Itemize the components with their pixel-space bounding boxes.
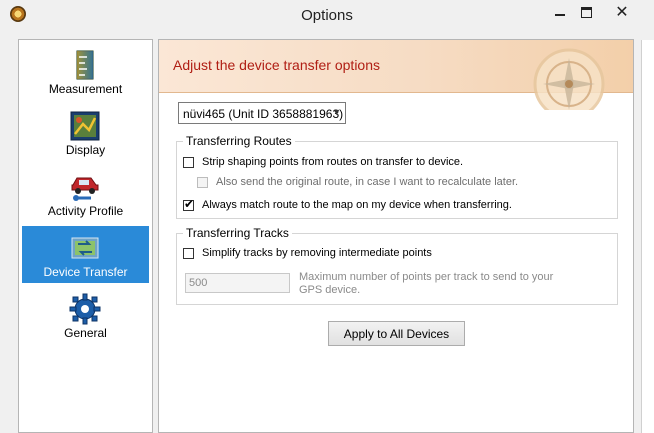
checkbox-label: Simplify tracks by removing intermediate… xyxy=(202,247,432,259)
car-icon xyxy=(71,177,99,201)
title-bar: Options ✕ xyxy=(0,0,654,30)
sidebar-item-activity-profile[interactable]: Activity Profile xyxy=(22,165,149,222)
sidebar-item-label: Display xyxy=(65,143,106,157)
maximize-button[interactable] xyxy=(573,2,599,22)
checkmark-icon: ✔ xyxy=(184,196,195,211)
minimize-icon xyxy=(555,14,565,16)
transferring-routes-group: Transferring Routes Strip shaping points… xyxy=(176,134,618,219)
group-title: Transferring Routes xyxy=(183,134,295,148)
checkbox-label: Strip shaping points from routes on tran… xyxy=(202,156,464,168)
max-points-input[interactable]: 500 xyxy=(185,273,290,293)
gear-icon xyxy=(69,293,101,325)
background-window-edge xyxy=(641,40,654,433)
maximize-icon xyxy=(580,6,592,18)
compass-icon xyxy=(533,48,605,110)
banner: Adjust the device transfer options xyxy=(159,40,633,110)
close-icon: ✕ xyxy=(615,4,629,21)
minimize-button[interactable] xyxy=(547,2,573,22)
match-route-checkbox[interactable]: ✔ xyxy=(183,196,195,211)
transferring-tracks-group: Transferring Tracks Simplify tracks by r… xyxy=(176,226,618,305)
chevron-down-icon: ▼ xyxy=(332,107,341,117)
checkbox-label: Always match route to the map on my devi… xyxy=(202,199,512,211)
group-title: Transferring Tracks xyxy=(183,226,292,240)
strip-shaping-checkbox[interactable] xyxy=(183,156,194,168)
close-button[interactable]: ✕ xyxy=(609,2,635,22)
apply-to-all-devices-button[interactable]: Apply to All Devices xyxy=(328,321,465,346)
max-points-help-text: Maximum number of points per track to se… xyxy=(299,271,554,296)
ruler-icon xyxy=(76,50,94,80)
simplify-tracks-checkbox-row[interactable]: Simplify tracks by removing intermediate… xyxy=(183,247,432,259)
sidebar-item-label: Device Transfer xyxy=(43,265,128,279)
sidebar-item-display[interactable]: Display xyxy=(22,104,149,161)
strip-shaping-checkbox-row[interactable]: Strip shaping points from routes on tran… xyxy=(183,156,463,168)
device-select-value: nüvi465 (Unit ID 3658881963) xyxy=(183,107,344,121)
device-select[interactable]: nüvi465 (Unit ID 3658881963) ▼ xyxy=(178,102,346,124)
options-panel: Adjust the device transfer options nüvi4… xyxy=(158,39,634,433)
device-transfer-icon xyxy=(71,237,99,259)
sidebar-item-label: Activity Profile xyxy=(47,204,124,218)
display-icon xyxy=(70,111,100,141)
checkbox-label: Also send the original route, in case I … xyxy=(216,176,519,188)
sidebar: Measurement Display Activity Profile Dev… xyxy=(18,39,153,433)
banner-title: Adjust the device transfer options xyxy=(173,57,381,73)
send-original-checkbox-row[interactable]: Also send the original route, in case I … xyxy=(197,176,518,188)
match-route-checkbox-row[interactable]: ✔ Always match route to the map on my de… xyxy=(183,196,512,211)
sidebar-item-label: General xyxy=(64,326,107,340)
sidebar-item-label: Measurement xyxy=(48,82,123,96)
sidebar-item-general[interactable]: General xyxy=(22,287,149,344)
sidebar-item-device-transfer[interactable]: Device Transfer xyxy=(22,226,149,283)
simplify-tracks-checkbox[interactable] xyxy=(183,247,194,259)
sidebar-item-measurement[interactable]: Measurement xyxy=(22,43,149,100)
send-original-checkbox[interactable] xyxy=(197,176,208,188)
